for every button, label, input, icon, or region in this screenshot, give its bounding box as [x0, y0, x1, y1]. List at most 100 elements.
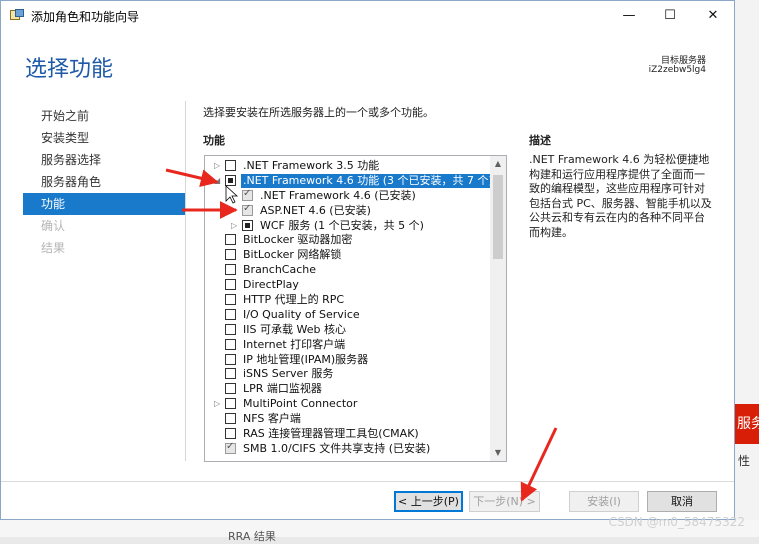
feature-row[interactable]: IIS 可承载 Web 核心 [205, 323, 489, 338]
feature-checkbox[interactable] [225, 174, 236, 186]
feature-label: WCF 服务 (1 个已安装，共 5 个) [260, 218, 424, 232]
feature-checkbox[interactable] [225, 264, 236, 276]
feature-checkbox[interactable] [225, 294, 236, 306]
feature-row[interactable]: ◢ .NET Framework 4.6 功能 (3 个已安装，共 7 个) [205, 173, 495, 189]
wizard-step: 确认 [41, 219, 66, 233]
feature-label: RAS 连接管理器管理工具包(CMAK) [243, 427, 419, 441]
background-red-tile: 服务 [735, 404, 759, 444]
feature-row[interactable]: Internet 打印客户端 [205, 338, 489, 353]
feature-checkbox[interactable] [242, 188, 253, 201]
destination-server-value: iZ2zebw5lg4 [648, 65, 706, 75]
background-bottom-text: RRA 结果 [228, 530, 276, 543]
feature-row[interactable]: HTTP 代理上的 RPC [205, 293, 489, 308]
expander-icon[interactable]: ▷ [214, 399, 222, 409]
feature-checkbox[interactable] [225, 338, 236, 350]
steps-divider [185, 101, 186, 461]
watermark-text: CSDN @m0_58475322 [608, 515, 745, 529]
feature-checkbox[interactable] [225, 249, 236, 261]
features-scrollbar[interactable]: ▲ ▼ [490, 156, 506, 461]
feature-checkbox[interactable] [225, 160, 236, 171]
feature-label: BitLocker 网络解锁 [243, 248, 342, 262]
window-title: 添加角色和功能向导 [31, 10, 140, 24]
feature-row[interactable]: SMB 1.0/CIFS 文件共享支持 (已安装) [205, 441, 489, 457]
feature-label: .NET Framework 4.6 (已安装) [260, 188, 416, 202]
feature-row[interactable]: NFS 客户端 [205, 412, 489, 427]
feature-label: SMB 1.0/CIFS 文件共享支持 (已安装) [243, 441, 431, 455]
feature-row[interactable]: BranchCache [205, 263, 489, 278]
feature-row[interactable]: DirectPlay [205, 278, 489, 293]
wizard-step: 结果 [41, 241, 66, 255]
feature-row[interactable]: BitLocker 驱动器加密 [205, 233, 489, 248]
feature-label: ASP.NET 4.6 (已安装) [260, 203, 371, 217]
feature-label: iSNS Server 服务 [243, 367, 334, 381]
feature-checkbox[interactable] [225, 353, 236, 365]
feature-label: DirectPlay [243, 278, 299, 292]
feature-label: .NET Framework 3.5 功能 [243, 159, 380, 172]
feature-label: MultiPoint Connector [243, 397, 358, 411]
feature-checkbox[interactable] [225, 279, 236, 291]
feature-row[interactable]: ASP.NET 4.6 (已安装) [205, 203, 489, 219]
maximize-button[interactable]: ☐ [647, 1, 693, 31]
feature-checkbox[interactable] [242, 219, 253, 231]
feature-checkbox[interactable] [225, 368, 236, 380]
feature-checkbox[interactable] [225, 441, 236, 454]
install-button[interactable]: 安装(I) [569, 491, 639, 512]
features-tree[interactable]: ▷ .NET Framework 3.5 功能 ◢ .NET Framework 4.… [204, 155, 507, 462]
feature-row[interactable]: I/O Quality of Service [205, 308, 489, 323]
wizard-step[interactable]: 服务器角色 [23, 171, 185, 193]
feature-label: IIS 可承载 Web 核心 [243, 322, 346, 336]
footer-divider [1, 481, 734, 482]
feature-label: Internet 打印客户端 [243, 337, 346, 351]
next-button[interactable]: 下一步(N) > [469, 491, 540, 512]
server-manager-icon [10, 9, 24, 20]
description-heading: 描述 [529, 134, 551, 147]
scroll-up-icon[interactable]: ▲ [490, 156, 506, 172]
wizard-steps: 开始之前 安装类型 服务器选择 服务器角色 功能确认结果 [23, 105, 185, 259]
feature-label: HTTP 代理上的 RPC [243, 293, 345, 307]
close-button[interactable]: ✕ [690, 1, 734, 31]
feature-checkbox[interactable] [242, 203, 253, 216]
feature-checkbox[interactable] [225, 383, 236, 395]
feature-checkbox[interactable] [225, 398, 236, 410]
feature-label: BitLocker 驱动器加密 [243, 233, 353, 247]
feature-checkbox[interactable] [225, 234, 236, 246]
feature-label: .NET Framework 4.6 功能 (3 个已安装，共 7 个) [241, 173, 495, 188]
feature-row[interactable]: BitLocker 网络解锁 [205, 248, 489, 263]
feature-row[interactable]: IP 地址管理(IPAM)服务器 [205, 353, 489, 368]
scroll-down-icon[interactable]: ▼ [490, 445, 506, 461]
wizard-step[interactable]: 功能 [23, 193, 185, 215]
feature-row[interactable]: .NET Framework 4.6 (已安装) [205, 188, 489, 204]
wizard-step[interactable]: 安装类型 [23, 127, 185, 149]
features-list: ▷ .NET Framework 3.5 功能 ◢ .NET Framework 4.… [205, 159, 495, 457]
feature-checkbox[interactable] [225, 308, 236, 320]
feature-row[interactable]: LPR 端口监视器 [205, 382, 489, 397]
feature-row[interactable]: ▷ WCF 服务 (1 个已安装，共 5 个) [205, 219, 489, 234]
cancel-button[interactable]: 取消 [647, 491, 717, 512]
wizard-step[interactable]: 开始之前 [23, 105, 185, 127]
feature-checkbox[interactable] [225, 413, 236, 425]
feature-row[interactable]: iSNS Server 服务 [205, 367, 489, 382]
features-heading: 功能 [203, 134, 225, 147]
title-bar: 添加角色和功能向导 — ☐ ✕ [1, 1, 734, 31]
feature-label: LPR 端口监视器 [243, 382, 322, 396]
page-title: 选择功能 [25, 57, 114, 82]
previous-button[interactable]: < 上一步(P) [394, 491, 463, 512]
wizard-window: 添加角色和功能向导 — ☐ ✕ 选择功能 目标服务器 iZ2zebw5lg4 开… [0, 0, 735, 520]
expander-icon[interactable]: ▷ [214, 161, 222, 171]
instruction-text: 选择要安装在所选服务器上的一个或多个功能。 [203, 106, 434, 119]
scroll-thumb[interactable] [493, 175, 503, 259]
feature-checkbox[interactable] [225, 323, 236, 335]
feature-row[interactable]: ▷ .NET Framework 3.5 功能 [205, 159, 489, 174]
minimize-button[interactable]: — [606, 1, 652, 31]
feature-label: BranchCache [243, 263, 317, 277]
feature-checkbox[interactable] [225, 428, 236, 440]
feature-label: NFS 客户端 [243, 412, 301, 426]
feature-label: IP 地址管理(IPAM)服务器 [243, 352, 369, 366]
wizard-step[interactable]: 服务器选择 [23, 149, 185, 171]
description-text: .NET Framework 4.6 为轻松便捷地构建和运行应用程序提供了全面而… [529, 153, 712, 239]
expander-icon[interactable]: ◢ [214, 176, 222, 186]
expander-icon[interactable]: ▷ [231, 221, 239, 231]
feature-label: I/O Quality of Service [243, 307, 360, 321]
feature-row[interactable]: RAS 连接管理器管理工具包(CMAK) [205, 427, 489, 442]
feature-row[interactable]: ▷ MultiPoint Connector [205, 397, 489, 412]
